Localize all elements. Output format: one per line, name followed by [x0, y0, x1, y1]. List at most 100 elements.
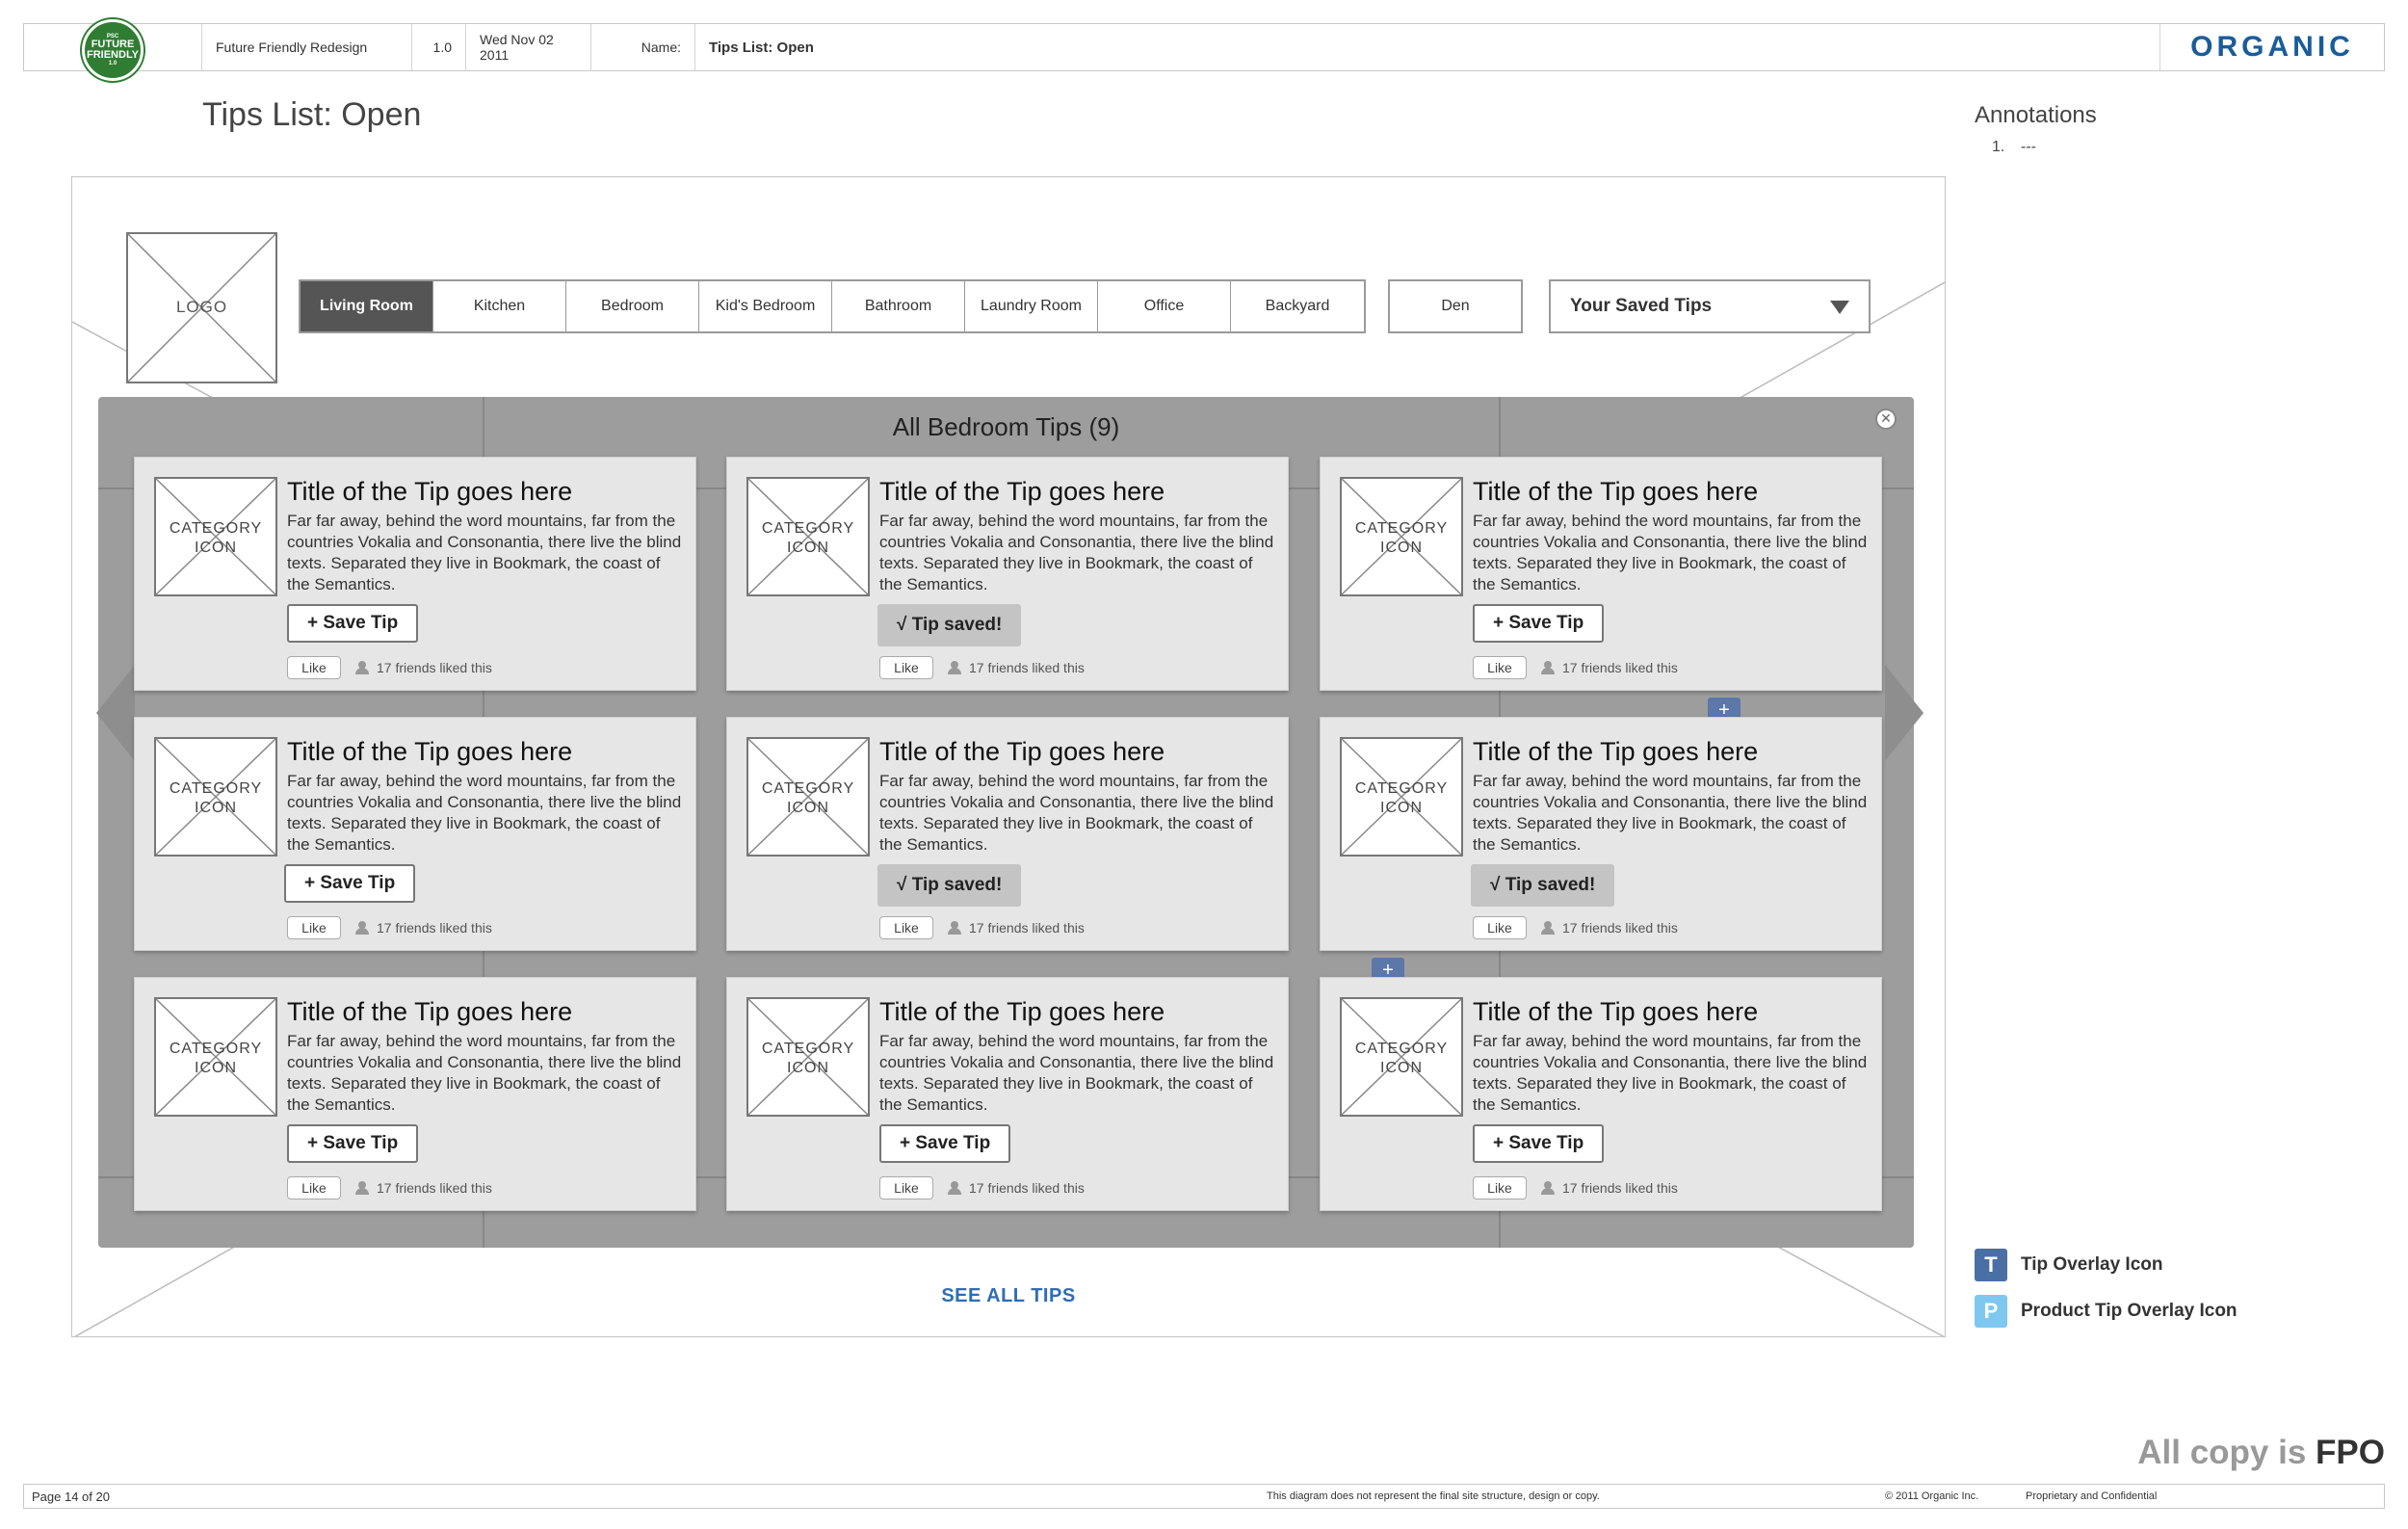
legend: T Tip Overlay Icon P Product Tip Overlay… — [1975, 1249, 2238, 1341]
like-button[interactable]: Like — [1473, 656, 1527, 679]
tip-title[interactable]: Title of the Tip goes here — [287, 997, 572, 1027]
person-icon — [947, 921, 962, 935]
like-button[interactable]: Like — [879, 656, 933, 679]
save-tip-button[interactable]: + Save Tip — [1473, 1124, 1605, 1163]
like-button[interactable]: Like — [287, 656, 341, 679]
save-tip-button[interactable]: + Save Tip — [287, 604, 419, 643]
tip-card: CATEGORY ICON Title of the Tip goes here F… — [134, 457, 696, 691]
save-tip-button[interactable]: + Save Tip — [879, 1124, 1011, 1163]
tip-card: CATEGORY ICON Title of the Tip goes here F… — [134, 717, 696, 951]
page-title: Tips List: Open — [202, 96, 422, 133]
tip-body: Far far away, behind the word mountains,… — [879, 1032, 1274, 1114]
like-button[interactable]: Like — [1473, 916, 1527, 939]
tip-body: Far far away, behind the word mountains,… — [879, 772, 1274, 854]
person-icon — [354, 921, 370, 935]
category-icon-label: CATEGORY ICON — [1354, 520, 1449, 556]
legend-label: Product Tip Overlay Icon — [2021, 1301, 2238, 1321]
friends-liked: 17 friends liked this — [947, 920, 1085, 936]
see-all-tips-link[interactable]: SEE ALL TIPS — [72, 1285, 1945, 1307]
annotations-title: Annotations — [1975, 102, 2097, 128]
person-icon — [947, 661, 962, 674]
badge-icon: PSC FUTURE FRIENDLY 1.0 — [82, 19, 144, 81]
save-tip-button[interactable]: + Save Tip — [284, 864, 416, 903]
tip-title[interactable]: Title of the Tip goes here — [1473, 477, 1758, 507]
tip-title[interactable]: Title of the Tip goes here — [879, 477, 1165, 507]
tips-overlay: All Bedroom Tips (9) ✕ + + CATEGORY ICON… — [96, 397, 1924, 1248]
name-label: Name: — [591, 24, 695, 70]
copyright: © 2011 Organic Inc. — [1885, 1490, 1979, 1502]
nav-tab-bedroom[interactable]: Bedroom — [566, 281, 699, 331]
category-icon-label: CATEGORY ICON — [169, 780, 263, 816]
tip-title[interactable]: Title of the Tip goes here — [879, 997, 1165, 1027]
person-icon — [354, 1181, 370, 1195]
nav-tab-laundry-room[interactable]: Laundry Room — [965, 281, 1098, 331]
future-friendly-badge: PSC FUTURE FRIENDLY 1.0 — [24, 19, 202, 81]
category-icon-placeholder: CATEGORY ICON — [154, 477, 277, 596]
category-icon-label: CATEGORY ICON — [1354, 780, 1449, 816]
tip-card: CATEGORY ICON Title of the Tip goes here F… — [134, 977, 696, 1211]
nav-tab-office[interactable]: Office — [1098, 281, 1231, 331]
tip-title[interactable]: Title of the Tip goes here — [1473, 997, 1758, 1027]
like-button[interactable]: Like — [879, 1176, 933, 1199]
tip-card: CATEGORY ICON Title of the Tip goes here F… — [726, 717, 1289, 951]
friends-liked: 17 friends liked this — [1540, 660, 1678, 675]
legend-row: P Product Tip Overlay Icon — [1975, 1295, 2238, 1328]
person-icon — [1540, 1181, 1556, 1195]
carousel-prev-arrow-icon[interactable] — [96, 665, 135, 761]
category-icon-placeholder: CATEGORY ICON — [1340, 997, 1463, 1117]
proprietary-note: Proprietary and Confidential — [2026, 1490, 2158, 1502]
person-icon — [1540, 661, 1556, 674]
tip-saved-button[interactable]: √ Tip saved! — [1471, 864, 1615, 907]
like-button[interactable]: Like — [287, 1176, 341, 1199]
like-button[interactable]: Like — [1473, 1176, 1527, 1199]
tip-title[interactable]: Title of the Tip goes here — [879, 737, 1165, 767]
nav-tab-den[interactable]: Den — [1388, 279, 1523, 333]
nav-tab-backyard[interactable]: Backyard — [1231, 281, 1364, 331]
close-icon[interactable]: ✕ — [1875, 409, 1897, 430]
nav-tab-kitchen[interactable]: Kitchen — [433, 281, 566, 331]
site-logo-placeholder[interactable]: LOGO — [126, 232, 277, 383]
tip-title[interactable]: Title of the Tip goes here — [1473, 737, 1758, 767]
tip-saved-button[interactable]: √ Tip saved! — [877, 864, 1022, 907]
chevron-down-icon — [1830, 301, 1849, 314]
friends-liked: 17 friends liked this — [947, 1180, 1085, 1196]
tip-title[interactable]: Title of the Tip goes here — [287, 477, 572, 507]
category-icon-label: CATEGORY ICON — [169, 520, 263, 556]
friends-liked-text: 17 friends liked this — [1562, 920, 1678, 936]
overlay-title: All Bedroom Tips (9) — [892, 412, 1120, 441]
document-header: PSC FUTURE FRIENDLY 1.0 Future Friendly … — [23, 19, 2385, 81]
category-icon-placeholder: CATEGORY ICON — [746, 477, 870, 596]
category-icon-placeholder: CATEGORY ICON — [154, 997, 277, 1117]
logo-label: LOGO — [175, 298, 228, 316]
friends-liked: 17 friends liked this — [354, 1180, 492, 1196]
tip-card: CATEGORY ICON Title of the Tip goes here F… — [1320, 717, 1882, 951]
fpo-strong: FPO — [2316, 1434, 2385, 1471]
save-tip-button[interactable]: + Save Tip — [287, 1124, 419, 1163]
like-button[interactable]: Like — [879, 916, 933, 939]
friends-liked: 17 friends liked this — [354, 920, 492, 936]
badge-line2: FRIENDLY — [87, 49, 139, 61]
person-icon — [947, 1181, 962, 1195]
save-tip-button[interactable]: + Save Tip — [1473, 604, 1605, 643]
legend-label: Tip Overlay Icon — [2021, 1254, 2163, 1275]
name-value: Tips List: Open — [695, 24, 2160, 70]
friends-liked: 17 friends liked this — [947, 660, 1085, 675]
friends-liked-text: 17 friends liked this — [377, 1180, 492, 1196]
wireframe-canvas: LOGO Living Room Kitchen Bedroom Kid's B… — [71, 176, 1946, 1337]
nav-tab-kids-bedroom[interactable]: Kid's Bedroom — [699, 281, 832, 331]
like-button[interactable]: Like — [287, 916, 341, 939]
tip-title[interactable]: Title of the Tip goes here — [287, 737, 572, 767]
friends-liked-text: 17 friends liked this — [969, 920, 1085, 936]
disclaimer: This diagram does not represent the fina… — [1267, 1490, 1600, 1502]
category-icon-placeholder: CATEGORY ICON — [1340, 477, 1463, 596]
saved-tips-dropdown[interactable]: Your Saved Tips — [1549, 279, 1871, 333]
nav-tab-living-room[interactable]: Living Room — [301, 281, 433, 331]
carousel-next-arrow-icon[interactable] — [1885, 665, 1924, 761]
tip-card: CATEGORY ICON Title of the Tip goes here F… — [1320, 977, 1882, 1211]
version: 1.0 — [412, 24, 466, 70]
friends-liked: 17 friends liked this — [1540, 1180, 1678, 1196]
badge-small-text-2: 1.0 — [108, 61, 118, 66]
nav-tab-bathroom[interactable]: Bathroom — [832, 281, 965, 331]
tip-card: CATEGORY ICON Title of the Tip goes here F… — [1320, 457, 1882, 691]
tip-saved-button[interactable]: √ Tip saved! — [877, 604, 1022, 646]
